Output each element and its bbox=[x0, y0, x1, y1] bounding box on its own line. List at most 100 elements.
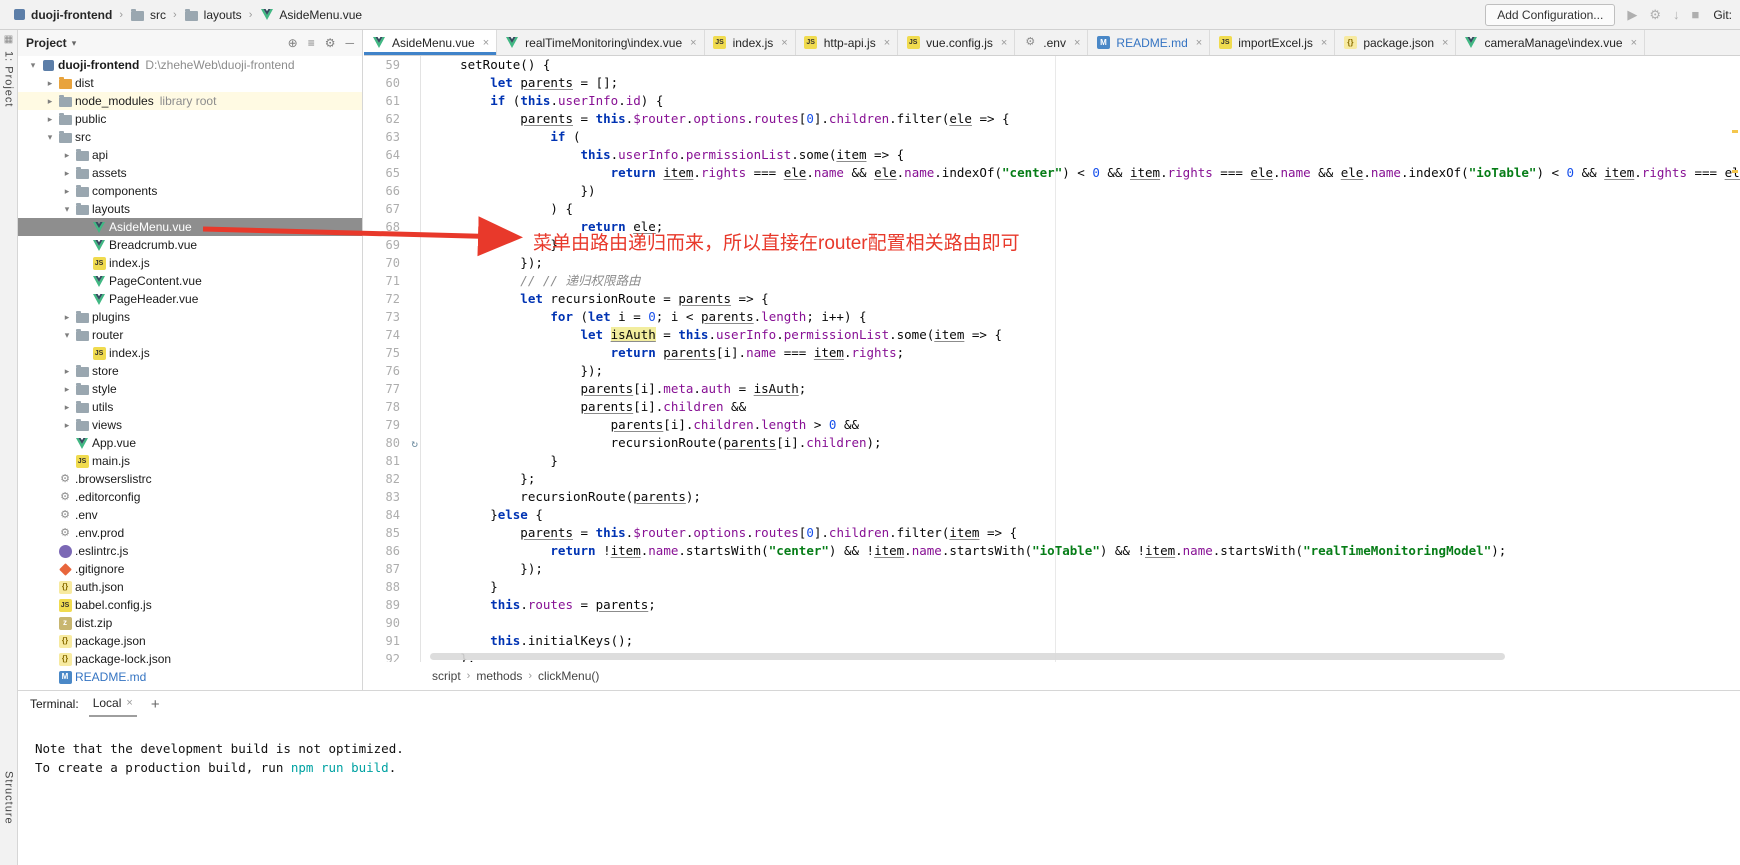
chevron-closed-icon[interactable]: ▸ bbox=[43, 96, 57, 107]
tree-item-.browserslistrc[interactable]: ⚙.browserslistrc bbox=[18, 470, 362, 488]
project-panel-title[interactable]: Project bbox=[26, 36, 67, 50]
tree-item-PageContent.vue[interactable]: PageContent.vue bbox=[18, 272, 362, 290]
line-number[interactable]: 67 bbox=[364, 200, 421, 218]
editor-tab-vue.config.js[interactable]: JSvue.config.js× bbox=[898, 30, 1015, 55]
close-icon[interactable]: × bbox=[1196, 37, 1202, 49]
line-number[interactable]: 74 bbox=[364, 326, 421, 344]
chevron-closed-icon[interactable]: ▸ bbox=[43, 114, 57, 125]
close-icon[interactable]: × bbox=[1631, 37, 1637, 49]
tree-item-.env[interactable]: ⚙.env bbox=[18, 506, 362, 524]
editor-tab-realTimeMonitoring\index.vue[interactable]: realTimeMonitoring\index.vue× bbox=[497, 30, 704, 55]
run-icon[interactable]: ▶ bbox=[1627, 8, 1637, 21]
close-icon[interactable]: × bbox=[1442, 37, 1448, 49]
tree-item-public[interactable]: ▸public bbox=[18, 110, 362, 128]
chevron-closed-icon[interactable]: ▸ bbox=[43, 78, 57, 89]
tree-item-dist.zip[interactable]: zdist.zip bbox=[18, 614, 362, 632]
tree-item-utils[interactable]: ▸utils bbox=[18, 398, 362, 416]
tree-item-README.md[interactable]: MREADME.md bbox=[18, 668, 362, 686]
line-number[interactable]: 82 bbox=[364, 470, 421, 488]
tree-item-plugins[interactable]: ▸plugins bbox=[18, 308, 362, 326]
tree-item-.eslintrc.js[interactable]: .eslintrc.js bbox=[18, 542, 362, 560]
tree-item-dist[interactable]: ▸dist bbox=[18, 74, 362, 92]
update-icon[interactable]: ↓ bbox=[1673, 8, 1680, 21]
tree-item-duoji-frontend[interactable]: ▾duoji-frontendD:\zheheWeb\duoji-fronten… bbox=[18, 56, 362, 74]
line-number[interactable]: 87 bbox=[364, 560, 421, 578]
line-number[interactable]: 73 bbox=[364, 308, 421, 326]
line-number[interactable]: 70 bbox=[364, 254, 421, 272]
chevron-open-icon[interactable]: ▾ bbox=[43, 132, 57, 143]
breadcrumb-item-layouts[interactable]: layouts bbox=[181, 6, 245, 24]
line-number[interactable]: 76 bbox=[364, 362, 421, 380]
chevron-closed-icon[interactable]: ▸ bbox=[60, 186, 74, 197]
tree-item-router[interactable]: ▾router bbox=[18, 326, 362, 344]
line-number[interactable]: 80↻ bbox=[364, 434, 421, 452]
tree-item-layouts[interactable]: ▾layouts bbox=[18, 200, 362, 218]
line-number[interactable]: 78 bbox=[364, 398, 421, 416]
line-number[interactable]: 68 bbox=[364, 218, 421, 236]
tree-item-components[interactable]: ▸components bbox=[18, 182, 362, 200]
breadcrumb-item-AsideMenu.vue[interactable]: AsideMenu.vue bbox=[256, 6, 365, 24]
new-terminal-button[interactable]: + bbox=[151, 696, 160, 713]
tree-item-main.js[interactable]: JSmain.js bbox=[18, 452, 362, 470]
editor-breadcrumb-script[interactable]: script bbox=[432, 669, 461, 683]
line-number[interactable]: 69 bbox=[364, 236, 421, 254]
line-number[interactable]: 60 bbox=[364, 74, 421, 92]
tree-item-node_modules[interactable]: ▸node_moduleslibrary root bbox=[18, 92, 362, 110]
editor-breadcrumb-clickMenu()[interactable]: clickMenu() bbox=[538, 669, 599, 683]
editor-tab-index.js[interactable]: JSindex.js× bbox=[705, 30, 796, 55]
chevron-down-icon[interactable]: ▾ bbox=[72, 38, 77, 49]
tree-item-package-lock.json[interactable]: {}package-lock.json bbox=[18, 650, 362, 668]
close-icon[interactable]: × bbox=[781, 37, 787, 49]
line-number[interactable]: 89 bbox=[364, 596, 421, 614]
line-number[interactable]: 71 bbox=[364, 272, 421, 290]
line-number[interactable]: 84 bbox=[364, 506, 421, 524]
tree-item-App.vue[interactable]: App.vue bbox=[18, 434, 362, 452]
tree-item-store[interactable]: ▸store bbox=[18, 362, 362, 380]
tree-item-assets[interactable]: ▸assets bbox=[18, 164, 362, 182]
editor-tab-http-api.js[interactable]: JShttp-api.js× bbox=[796, 30, 898, 55]
chevron-open-icon[interactable]: ▾ bbox=[60, 330, 74, 341]
tree-item-package.json[interactable]: {}package.json bbox=[18, 632, 362, 650]
line-number[interactable]: 81 bbox=[364, 452, 421, 470]
tree-item-Breadcrumb.vue[interactable]: Breadcrumb.vue bbox=[18, 236, 362, 254]
close-icon[interactable]: × bbox=[126, 697, 132, 709]
close-icon[interactable]: × bbox=[483, 37, 489, 49]
editor-tab-importExcel.js[interactable]: JSimportExcel.js× bbox=[1210, 30, 1335, 55]
tree-item-.env.prod[interactable]: ⚙.env.prod bbox=[18, 524, 362, 542]
close-icon[interactable]: × bbox=[884, 37, 890, 49]
editor-tab-.env[interactable]: ⚙.env× bbox=[1015, 30, 1088, 55]
tree-item-src[interactable]: ▾src bbox=[18, 128, 362, 146]
close-icon[interactable]: × bbox=[1321, 37, 1327, 49]
editor-tab-AsideMenu.vue[interactable]: AsideMenu.vue× bbox=[364, 30, 497, 55]
line-number[interactable]: 88 bbox=[364, 578, 421, 596]
editor-tab-package.json[interactable]: {}package.json× bbox=[1335, 30, 1456, 55]
tree-item-api[interactable]: ▸api bbox=[18, 146, 362, 164]
horizontal-scrollbar[interactable] bbox=[430, 653, 1505, 660]
stop-icon[interactable]: ■ bbox=[1691, 8, 1699, 21]
chevron-closed-icon[interactable]: ▸ bbox=[60, 366, 74, 377]
tool-button-project[interactable]: 1: Project bbox=[3, 51, 15, 107]
tree-item-PageHeader.vue[interactable]: PageHeader.vue bbox=[18, 290, 362, 308]
close-icon[interactable]: × bbox=[1074, 37, 1080, 49]
line-number[interactable]: 72 bbox=[364, 290, 421, 308]
chevron-open-icon[interactable]: ▾ bbox=[60, 204, 74, 215]
error-stripe-mark[interactable] bbox=[1732, 130, 1738, 133]
editor-tab-README.md[interactable]: MREADME.md× bbox=[1088, 30, 1210, 55]
line-number[interactable]: 77 bbox=[364, 380, 421, 398]
line-number[interactable]: 75 bbox=[364, 344, 421, 362]
error-stripe-mark[interactable] bbox=[1732, 170, 1738, 173]
tree-item-index.js[interactable]: JSindex.js bbox=[18, 254, 362, 272]
tree-item-views[interactable]: ▸views bbox=[18, 416, 362, 434]
recursive-call-icon[interactable]: ↻ bbox=[411, 435, 418, 453]
line-number[interactable]: 91 bbox=[364, 632, 421, 650]
gear-icon[interactable]: ⚙ bbox=[325, 36, 336, 50]
tree-item-.gitignore[interactable]: .gitignore bbox=[18, 560, 362, 578]
breadcrumb-item-duoji-frontend[interactable]: duoji-frontend bbox=[8, 6, 115, 24]
collapse-all-icon[interactable]: ≡ bbox=[308, 36, 315, 50]
settings-icon[interactable]: ⚙ bbox=[1649, 8, 1661, 21]
tree-item-index.js[interactable]: JSindex.js bbox=[18, 344, 362, 362]
tree-item-babel.config.js[interactable]: JSbabel.config.js bbox=[18, 596, 362, 614]
terminal-tab-local[interactable]: Local × bbox=[89, 691, 137, 717]
line-number[interactable]: 63 bbox=[364, 128, 421, 146]
line-number[interactable]: 64 bbox=[364, 146, 421, 164]
